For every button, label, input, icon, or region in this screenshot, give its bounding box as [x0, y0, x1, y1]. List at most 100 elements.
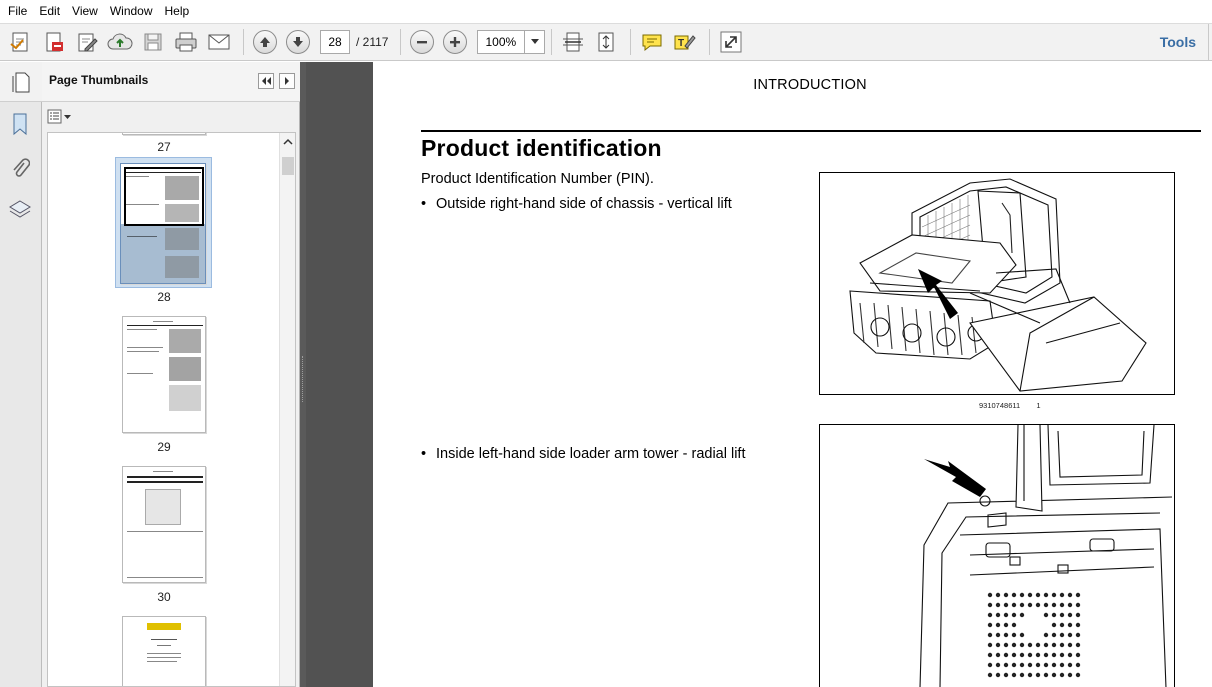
toolbar-separator	[630, 29, 632, 55]
track-loader-illustration	[849, 178, 1147, 392]
figure-number: 1	[1036, 401, 1041, 410]
comment-icon	[642, 34, 662, 52]
export-pdf-icon	[46, 32, 63, 52]
thumbnail-label: 28	[157, 290, 171, 304]
bullet-text: Outside right-hand side of chassis - ver…	[436, 196, 732, 212]
pages-icon	[12, 72, 30, 92]
tools-pane-button[interactable]: Tools	[1160, 34, 1196, 50]
create-pdf-icon	[10, 32, 28, 52]
save-icon	[144, 33, 162, 51]
thumbnail-scrollbar[interactable]	[279, 133, 295, 686]
page-thumbnail[interactable]	[122, 316, 206, 433]
navigation-rail	[0, 62, 42, 687]
bullet-icon: •	[421, 196, 427, 212]
thumbnail-options-button[interactable]	[47, 108, 73, 126]
print-icon	[175, 32, 197, 52]
running-header: INTRODUCTION	[753, 77, 867, 93]
pdf-viewer-window: File Edit View Window Help 28 / 2117 100…	[0, 0, 1212, 687]
menu-view[interactable]: View	[66, 0, 104, 23]
email-button[interactable]	[204, 27, 234, 57]
menu-bar: File Edit View Window Help	[0, 0, 1212, 23]
zoom-out-icon	[417, 41, 428, 44]
header-rule	[421, 130, 1201, 132]
double-chevron-left-icon	[262, 77, 271, 85]
scrollbar-thumb[interactable]	[282, 157, 294, 175]
bookmark-icon	[13, 113, 27, 136]
zoom-in-button[interactable]	[440, 27, 470, 57]
document-view[interactable]: INTRODUCTION Product identification Prod…	[306, 62, 1212, 687]
close-panel-button[interactable]	[279, 73, 295, 89]
figure-caption: 9310748611 1	[979, 401, 1041, 410]
page-thumbnail[interactable]	[122, 133, 206, 135]
arm-tower-figure	[819, 424, 1175, 687]
highlight-button[interactable]: T	[670, 27, 700, 57]
paperclip-icon	[13, 158, 30, 177]
menu-file[interactable]: File	[2, 0, 33, 23]
attachments-rail-button[interactable]	[8, 156, 32, 180]
bullet-item: • Outside right-hand side of chassis - ve…	[421, 196, 732, 212]
loader-figure	[819, 172, 1175, 395]
bullet-item: • Inside left-hand side loader arm tower …	[421, 446, 745, 462]
save-button[interactable]	[138, 27, 168, 57]
toolbar-separator	[243, 29, 244, 55]
page-number-input[interactable]: 28	[320, 30, 350, 54]
layers-rail-button[interactable]	[8, 198, 32, 222]
toolbar-edge	[1208, 24, 1212, 61]
fit-width-button[interactable]	[558, 27, 588, 57]
menu-edit[interactable]: Edit	[33, 0, 66, 23]
pdf-page: INTRODUCTION Product identification Prod…	[373, 62, 1212, 687]
next-page-icon	[293, 37, 303, 47]
arm-tower-illustration	[919, 425, 1173, 687]
layers-icon	[9, 200, 31, 218]
fit-width-icon	[563, 32, 584, 52]
page-thumbnails-panel: Page Thumbnails 27 28 29 30	[42, 62, 300, 687]
edit-pdf-button[interactable]	[72, 27, 102, 57]
section-heading: Product identification	[421, 135, 662, 161]
chevron-down-icon	[530, 39, 539, 44]
fit-page-icon	[598, 32, 614, 52]
page-thumbnail[interactable]	[122, 466, 206, 583]
menu-help[interactable]: Help	[159, 0, 196, 23]
collapse-panel-button[interactable]	[258, 73, 274, 89]
next-page-button[interactable]	[283, 27, 313, 57]
fit-page-button[interactable]	[591, 27, 621, 57]
panel-header: Page Thumbnails	[42, 62, 300, 102]
menu-window[interactable]: Window	[104, 0, 159, 23]
page-thumbnails-rail-button[interactable]	[0, 62, 42, 102]
toolbar-separator	[709, 29, 711, 55]
print-button[interactable]	[171, 27, 201, 57]
expand-icon	[720, 31, 742, 53]
comment-button[interactable]	[637, 27, 667, 57]
bullet-icon: •	[421, 446, 427, 462]
upload-icon	[107, 33, 133, 50]
upload-button[interactable]	[105, 27, 135, 57]
scroll-up-icon[interactable]	[283, 137, 293, 147]
panel-title: Page Thumbnails	[49, 73, 149, 87]
splitter-grip[interactable]	[302, 356, 304, 402]
zoom-out-button[interactable]	[407, 27, 437, 57]
thumbnail-label: 29	[157, 440, 171, 454]
toolbar-separator	[400, 29, 402, 55]
viewport-indicator[interactable]	[124, 167, 204, 226]
toolbar-separator	[551, 29, 553, 55]
email-icon	[208, 34, 230, 50]
zoom-level-input[interactable]: 100%	[477, 30, 526, 54]
thumbnail-label: 27	[157, 140, 171, 154]
prev-page-button[interactable]	[250, 27, 280, 57]
bookmarks-rail-button[interactable]	[8, 112, 32, 136]
export-pdf-button[interactable]	[39, 27, 69, 57]
expand-button[interactable]	[716, 27, 746, 57]
edit-pdf-icon	[78, 33, 98, 52]
highlight-icon: T	[674, 35, 697, 50]
toolbar: 28 / 2117 100% T Tools	[0, 23, 1212, 61]
zoom-in-icon	[450, 37, 461, 47]
thumbnail-list[interactable]: 27 28 29 30	[47, 132, 296, 687]
create-pdf-button[interactable]	[6, 27, 36, 57]
svg-text:T: T	[678, 38, 684, 49]
page-thumbnail[interactable]	[122, 616, 206, 686]
zoom-dropdown[interactable]	[525, 30, 546, 54]
page-total: / 2117	[356, 35, 389, 49]
figure-caption-code: 9310748611	[979, 401, 1021, 410]
intro-paragraph: Product Identification Number (PIN).	[421, 171, 654, 187]
options-menu-icon	[47, 109, 71, 124]
